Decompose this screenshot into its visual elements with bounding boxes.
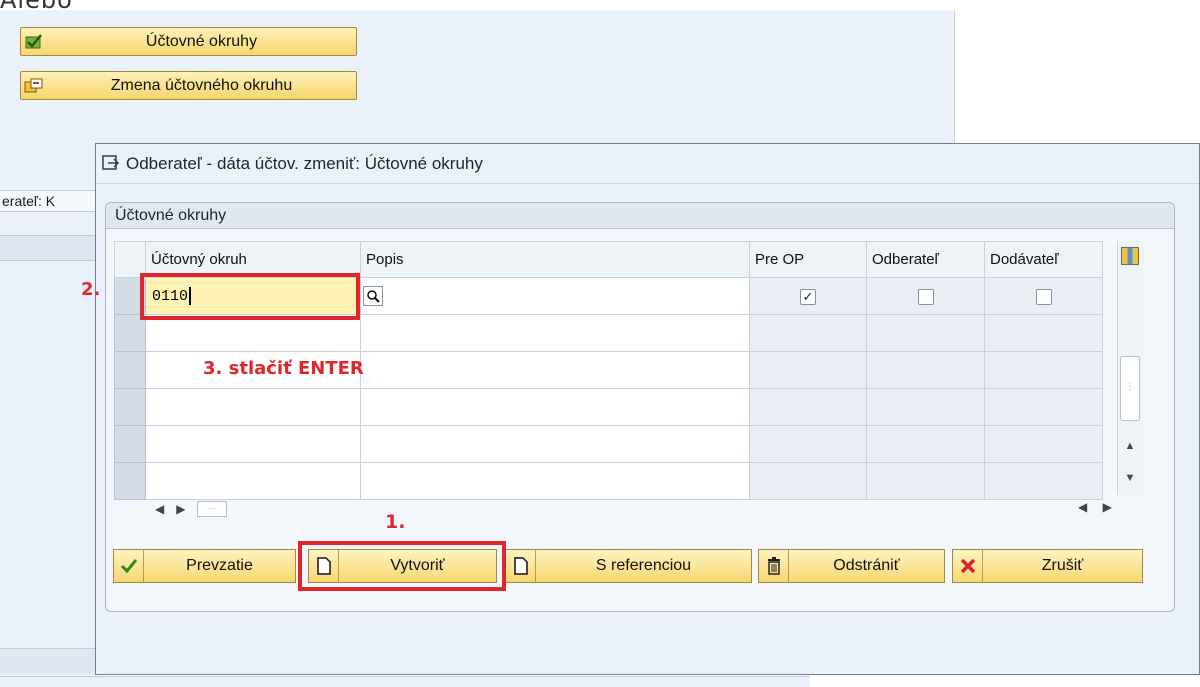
odberatel-cell	[866, 314, 985, 352]
annotation-step-1: 1.	[385, 511, 406, 533]
prevzatie-label: Prevzatie	[186, 557, 253, 574]
popis-cell	[360, 314, 750, 352]
dodavatel-cell	[984, 388, 1103, 426]
okruh-cell[interactable]	[145, 314, 361, 352]
pre-op-cell	[749, 462, 867, 500]
dodavatel-cell	[984, 351, 1103, 389]
horizontal-scrollbar[interactable]: ◀ ▶ ···	[145, 496, 1110, 522]
uctovne-okruhy-button[interactable]: Účtovné okruhy	[20, 27, 357, 56]
dialog-title-bar[interactable]: Odberateľ - dáta účtov. zmeniť: Účtovné …	[96, 144, 1199, 184]
horizontal-scroll-thumb[interactable]: ···	[197, 501, 228, 517]
odstranit-label: Odstrániť	[833, 557, 900, 574]
table-row	[114, 314, 1103, 352]
popis-cell	[360, 425, 750, 463]
zrusit-label: Zrušiť	[1041, 557, 1084, 574]
popis-cell	[360, 462, 750, 500]
s-referenciou-label: S referenciou	[595, 557, 692, 574]
uctovne-okruhy-label: Účtovné okruhy	[145, 32, 258, 50]
popis-cell	[360, 277, 750, 315]
highlight-okruh-input	[140, 273, 360, 320]
background-band	[0, 235, 98, 261]
document-heading-fragment: Alebo	[0, 0, 73, 14]
checkmark-icon	[114, 550, 144, 582]
column-header-pre-op[interactable]: Pre OP	[749, 241, 867, 278]
dodavatel-cell	[984, 314, 1103, 352]
popis-cell	[360, 388, 750, 426]
row-selector[interactable]	[114, 462, 146, 500]
row-selector[interactable]	[114, 388, 146, 426]
column-header-dodavatel[interactable]: Dodávateľ	[984, 241, 1103, 278]
pre-op-cell	[749, 425, 867, 463]
odberatel-cell	[866, 388, 985, 426]
odstranit-button[interactable]: Odstrániť	[758, 549, 945, 583]
odberatel-cell	[866, 425, 985, 463]
pre-op-cell	[749, 314, 867, 352]
new-document-icon	[506, 550, 536, 582]
zrusit-button[interactable]: Zrušiť	[952, 549, 1143, 583]
check-green-icon	[21, 29, 47, 55]
popis-cell	[360, 351, 750, 389]
prevzatie-button[interactable]: Prevzatie	[113, 549, 296, 583]
pre-op-cell: ✓	[749, 277, 867, 315]
dodavatel-cell	[984, 277, 1103, 315]
table-row	[114, 425, 1103, 463]
cancel-x-icon	[953, 550, 983, 582]
odberatel-checkbox[interactable]	[917, 288, 934, 305]
row-selector[interactable]	[114, 425, 146, 463]
highlight-vytvorit-button	[298, 541, 506, 591]
scroll-right-arrow-icon[interactable]: ▶	[176, 502, 185, 516]
dialog-title: Odberateľ - dáta účtov. zmeniť: Účtovné …	[126, 153, 483, 173]
dodavatel-checkbox[interactable]	[1035, 288, 1052, 305]
pre-op-cell	[749, 351, 867, 389]
scroll-down-arrow-icon[interactable]: ▼	[1123, 472, 1137, 484]
background-bottom-strip	[0, 676, 810, 687]
odberatel-cell	[866, 462, 985, 500]
table-row	[114, 462, 1103, 500]
zmena-uctovneho-okruhu-button[interactable]: Zmena účtovného okruhu	[20, 71, 357, 100]
screenshot-root: Alebo Účtovné okruhy Zmena účtovného okr…	[0, 0, 1200, 687]
vertical-scroll-thumb[interactable]: ⋮	[1120, 356, 1140, 421]
okruh-cell[interactable]	[145, 462, 361, 500]
background-right-area	[956, 10, 1200, 165]
column-header-odberatel[interactable]: Odberateľ	[866, 241, 985, 278]
column-header-popis[interactable]: Popis	[360, 241, 750, 278]
search-help-icon[interactable]	[363, 285, 383, 306]
annotation-step-3: 3. stlačiť ENTER	[203, 358, 364, 379]
dialog-window-icon	[102, 154, 122, 174]
trash-icon	[759, 550, 789, 582]
scroll-up-arrow-icon[interactable]: ▲	[1123, 440, 1137, 452]
table-settings-icon[interactable]	[1121, 247, 1139, 265]
pre-op-checkbox[interactable]: ✓	[800, 288, 816, 305]
switch-icon	[21, 73, 47, 99]
table-row	[114, 388, 1103, 426]
column-scroll-arrows[interactable]: ◀ ▶	[1078, 500, 1112, 514]
scroll-left-arrow-icon[interactable]: ◀	[155, 502, 164, 516]
okruh-cell[interactable]	[145, 425, 361, 463]
s-referenciou-button[interactable]: S referenciou	[505, 549, 752, 583]
pre-op-cell	[749, 388, 867, 426]
odberatel-cell	[866, 277, 985, 315]
group-title: Účtovné okruhy	[106, 203, 1174, 229]
annotation-step-2: 2.	[81, 279, 101, 300]
row-selector[interactable]	[114, 351, 146, 389]
background-field-label: erateľ: K	[0, 190, 98, 212]
zmena-uctovneho-okruhu-label: Zmena účtovného okruhu	[110, 76, 293, 94]
odberatel-cell	[866, 351, 985, 389]
dodavatel-cell	[984, 425, 1103, 463]
background-band-bottom	[0, 648, 98, 674]
row-selector[interactable]	[114, 314, 146, 352]
column-scroll-left-icon[interactable]: ◀	[1078, 500, 1087, 514]
okruh-cell[interactable]	[145, 388, 361, 426]
dodavatel-cell	[984, 462, 1103, 500]
column-scroll-right-icon[interactable]: ▶	[1103, 500, 1112, 514]
